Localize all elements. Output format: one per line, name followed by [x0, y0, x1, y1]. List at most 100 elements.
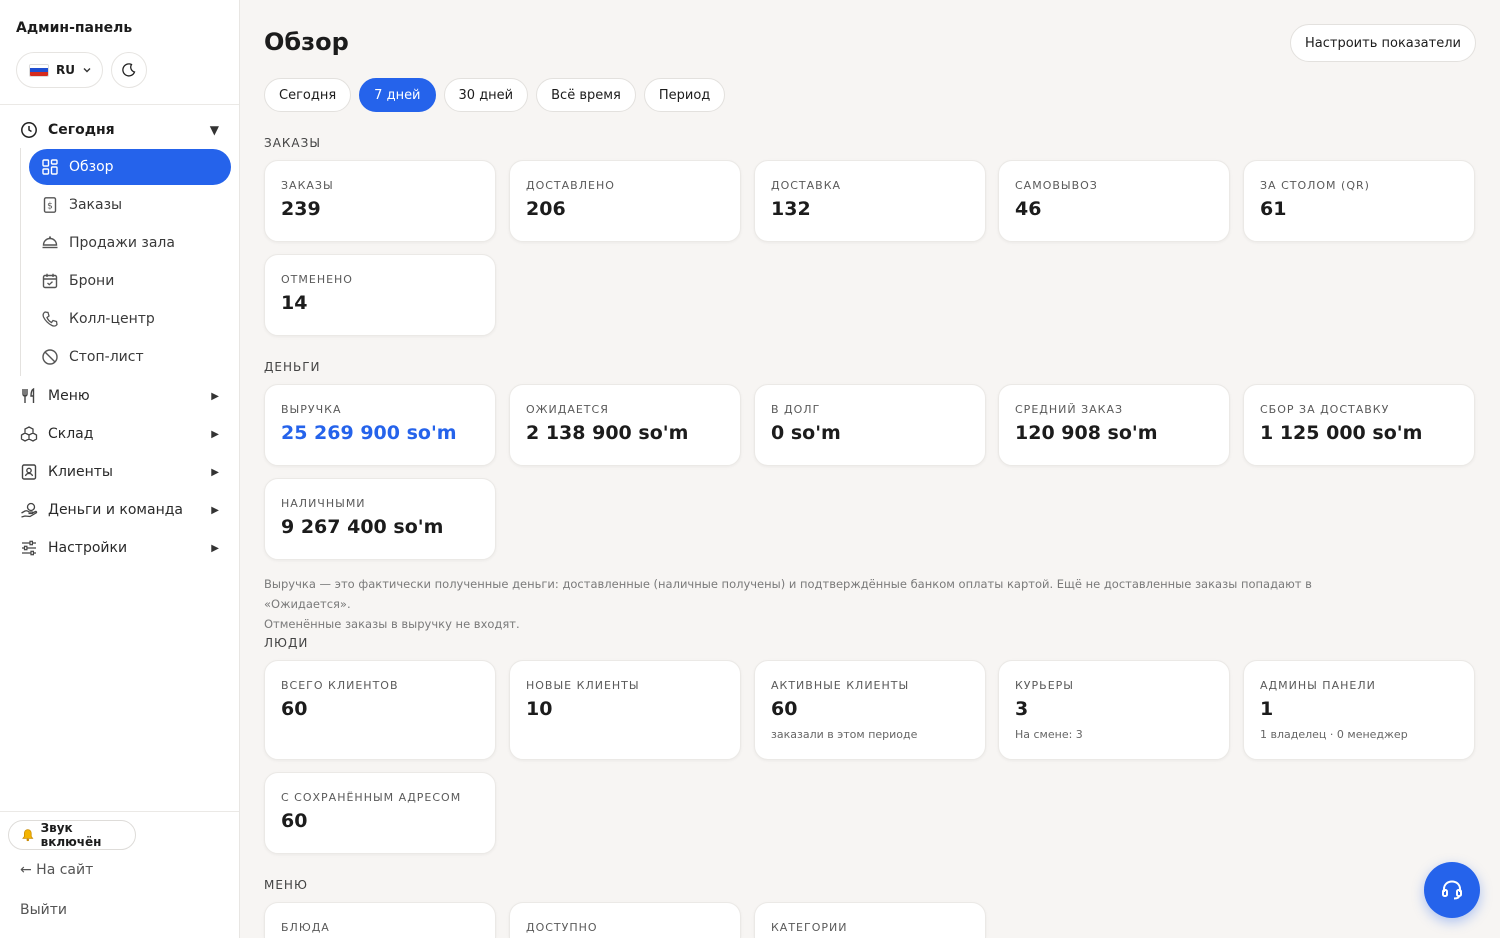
id-card-icon	[20, 463, 38, 481]
stat-value: 9 267 400 so'm	[281, 516, 444, 538]
sidebar-item-bookings[interactable]: Брони	[29, 263, 231, 299]
stat-value: 132	[771, 198, 811, 220]
chevron-down-icon	[83, 68, 91, 73]
section-title-menu: МЕНЮ	[264, 878, 308, 892]
stat-label: ДОСТАВЛЕНО	[526, 179, 615, 192]
phone-icon	[41, 310, 59, 328]
stat-value: 1 125 000 so'm	[1260, 422, 1423, 444]
nav-group-settings[interactable]: Настройки ▶	[0, 530, 239, 566]
stat-label: НОВЫЕ КЛИЕНТЫ	[526, 679, 640, 692]
nav-group-label: Сегодня	[48, 122, 115, 138]
sidebar-divider	[0, 104, 239, 105]
stat-card-debt: В ДОЛГ 0 so'm	[754, 384, 986, 466]
brand-title: Админ-панель	[16, 20, 133, 36]
theme-toggle[interactable]	[111, 52, 147, 88]
nav-group-menu[interactable]: Меню ▶	[0, 378, 239, 414]
sidebar-item-label: Заказы	[69, 197, 123, 213]
stat-card-orders: ЗАКАЗЫ 239	[264, 160, 496, 242]
stat-value: 60	[281, 698, 308, 720]
sound-toggle-button[interactable]: Звук включён	[8, 820, 136, 850]
calendar-icon	[41, 272, 59, 290]
stat-label: В ДОЛГ	[771, 403, 821, 416]
moon-icon	[122, 63, 136, 77]
boxes-icon	[20, 425, 38, 443]
stat-card-delivered: ДОСТАВЛЕНО 206	[509, 160, 741, 242]
stat-label: ВЫРУЧКА	[281, 403, 342, 416]
support-chat-button[interactable]	[1424, 862, 1480, 918]
stat-card-average-order: СРЕДНИЙ ЗАКАЗ 120 908 so'm	[998, 384, 1230, 466]
russia-flag-icon	[29, 63, 49, 77]
sound-label: Звук включён	[40, 821, 102, 849]
sidebar-item-label: Брони	[69, 273, 115, 289]
stat-card-couriers: КУРЬЕРЫ 3 На смене: 3	[998, 660, 1230, 760]
sidebar-item-orders[interactable]: $ Заказы	[29, 187, 231, 223]
tab-today[interactable]: Сегодня	[264, 78, 352, 112]
nav-group-today[interactable]: Сегодня ▼	[0, 112, 239, 148]
sidebar-item-hall-sales[interactable]: Продажи зала	[29, 225, 231, 261]
sidebar-item-label: Колл-центр	[69, 311, 155, 327]
stat-card-table-qr: ЗА СТОЛОМ (QR) 61	[1243, 160, 1475, 242]
stat-value: 2 138 900 so'm	[526, 422, 689, 444]
stat-subtext: На смене: 3	[1015, 728, 1083, 741]
tab-all-time[interactable]: Всё время	[536, 78, 636, 112]
tab-period[interactable]: Период	[643, 78, 726, 112]
configure-metrics-button[interactable]: Настроить показатели	[1290, 24, 1476, 62]
tab-7-days[interactable]: 7 дней	[359, 78, 436, 112]
stat-card-panel-admins: АДМИНЫ ПАНЕЛИ 1 1 владелец · 0 менеджер	[1243, 660, 1475, 760]
sidebar-item-overview[interactable]: Обзор	[29, 149, 231, 185]
stat-subtext: 1 владелец · 0 менеджер	[1260, 728, 1408, 741]
logout-link[interactable]: Выйти	[20, 902, 67, 918]
section-title-money: ДЕНЬГИ	[264, 360, 321, 374]
stat-label: НАЛИЧНЫМИ	[281, 497, 366, 510]
section-title-orders: ЗАКАЗЫ	[264, 136, 321, 150]
expand-arrow-icon: ▶	[211, 428, 219, 440]
sliders-icon	[20, 539, 38, 557]
language-selector[interactable]: RU	[16, 52, 103, 88]
stat-label: СРЕДНИЙ ЗАКАЗ	[1015, 403, 1124, 416]
sidebar-item-label: Продажи зала	[69, 235, 175, 251]
stat-card-expected: ОЖИДАЕТСЯ 2 138 900 so'm	[509, 384, 741, 466]
expand-arrow-icon: ▶	[211, 542, 219, 554]
tab-30-days[interactable]: 30 дней	[443, 78, 529, 112]
stat-value: 0 so'm	[771, 422, 841, 444]
money-icon	[20, 501, 38, 519]
nav-group-warehouse[interactable]: Склад ▶	[0, 416, 239, 452]
stat-label: ОТМЕНЕНО	[281, 273, 353, 286]
revenue-note: Выручка — это фактически полученные день…	[264, 574, 1394, 634]
main-content: Обзор Настроить показатели Сегодня 7 дне…	[240, 0, 1500, 938]
stat-value: 61	[1260, 198, 1287, 220]
receipt-icon: $	[41, 196, 59, 214]
nav-group-money[interactable]: Деньги и команда ▶	[0, 492, 239, 528]
revenue-note-line: Выручка — это фактически полученные день…	[264, 577, 1312, 611]
clock-icon	[20, 121, 38, 139]
stat-value: 10	[526, 698, 553, 720]
stat-card-delivery-fee: СБОР ЗА ДОСТАВКУ 1 125 000 so'm	[1243, 384, 1475, 466]
nav-group-label: Настройки	[48, 540, 128, 556]
to-site-link[interactable]: ← На сайт	[20, 862, 93, 878]
sidebar-item-call-center[interactable]: Колл-центр	[29, 301, 231, 337]
stat-card-pickup: САМОВЫВОЗ 46	[998, 160, 1230, 242]
stat-card-cancelled: ОТМЕНЕНО 14	[264, 254, 496, 336]
sidebar-item-label: Стоп-лист	[69, 349, 144, 365]
period-tabs: Сегодня 7 дней 30 дней Всё время Период	[264, 78, 726, 112]
stat-card-revenue: ВЫРУЧКА 25 269 900 so'm	[264, 384, 496, 466]
stat-card-active-clients: АКТИВНЫЕ КЛИЕНТЫ 60 заказали в этом пери…	[754, 660, 986, 760]
nav-group-clients[interactable]: Клиенты ▶	[0, 454, 239, 490]
stat-card-delivery: ДОСТАВКА 132	[754, 160, 986, 242]
stat-label: КУРЬЕРЫ	[1015, 679, 1074, 692]
stat-value: 46	[1015, 198, 1042, 220]
stat-label: ДОСТАВКА	[771, 179, 842, 192]
stat-label: АКТИВНЫЕ КЛИЕНТЫ	[771, 679, 910, 692]
stat-value: 1	[1260, 698, 1274, 720]
stat-label: С СОХРАНЁННЫМ АДРЕСОМ	[281, 791, 462, 804]
page-title: Обзор	[264, 28, 349, 56]
stat-label: КАТЕГОРИИ	[771, 921, 848, 934]
submenu-guide-line	[20, 148, 21, 376]
sidebar-item-stop-list[interactable]: Стоп-лист	[29, 339, 231, 375]
nav-group-label: Меню	[48, 388, 90, 404]
expand-arrow-icon: ▶	[211, 466, 219, 478]
stat-label: БЛЮДА	[281, 921, 330, 934]
stat-value: 25 269 900 so'm	[281, 422, 457, 444]
sidebar-divider	[0, 811, 239, 812]
stat-label: СБОР ЗА ДОСТАВКУ	[1260, 403, 1390, 416]
